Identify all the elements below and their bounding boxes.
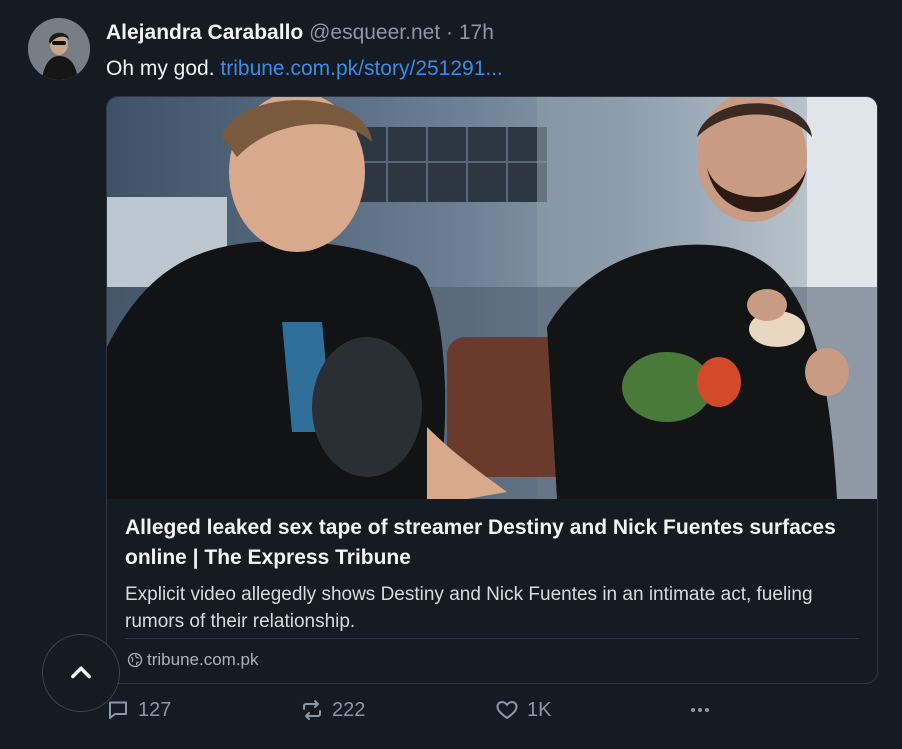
reply-count: 127 <box>138 698 172 721</box>
card-divider <box>125 638 859 639</box>
more-button[interactable] <box>688 698 712 722</box>
more-icon <box>691 708 709 712</box>
card-title[interactable]: Alleged leaked sex tape of streamer Dest… <box>125 513 865 573</box>
heart-icon <box>496 701 518 719</box>
repost-count: 222 <box>332 698 366 721</box>
post-time[interactable]: 17h <box>459 21 494 44</box>
post-link[interactable]: tribune.com.pk/story/251291... <box>220 57 503 80</box>
repost-icon <box>303 700 321 720</box>
card-description: Explicit video allegedly shows Destiny a… <box>125 584 813 632</box>
card-source[interactable]: tribune.com.pk <box>127 649 259 671</box>
card-text: Alleged leaked sex tape of streamer Dest… <box>125 513 865 635</box>
post: Alejandra Caraballo @esqueer.net · 17h O… <box>0 0 902 749</box>
post-actions: 127 222 1K <box>106 698 826 728</box>
author-name[interactable]: Alejandra Caraballo <box>106 21 303 44</box>
chevron-up-icon <box>71 666 91 679</box>
repost-button[interactable]: 222 <box>300 698 365 722</box>
post-text: Oh my god. <box>106 57 215 80</box>
avatar-image <box>28 18 90 80</box>
post-text-block: Oh my god. tribune.com.pk/story/251291..… <box>106 56 503 82</box>
scroll-to-top-button[interactable] <box>42 634 120 712</box>
like-button[interactable]: 1K <box>495 698 551 722</box>
reply-icon <box>109 701 127 719</box>
reply-button[interactable]: 127 <box>106 698 171 722</box>
like-count: 1K <box>527 698 552 721</box>
avatar[interactable] <box>28 18 90 80</box>
globe-icon <box>127 652 143 668</box>
header-separator: · <box>446 21 453 44</box>
card-thumbnail <box>107 97 877 499</box>
author-handle[interactable]: @esqueer.net <box>309 21 440 44</box>
link-preview-card[interactable]: Alleged leaked sex tape of streamer Dest… <box>106 96 878 684</box>
post-header: Alejandra Caraballo @esqueer.net · 17h <box>106 20 494 46</box>
card-source-label: tribune.com.pk <box>147 650 259 669</box>
